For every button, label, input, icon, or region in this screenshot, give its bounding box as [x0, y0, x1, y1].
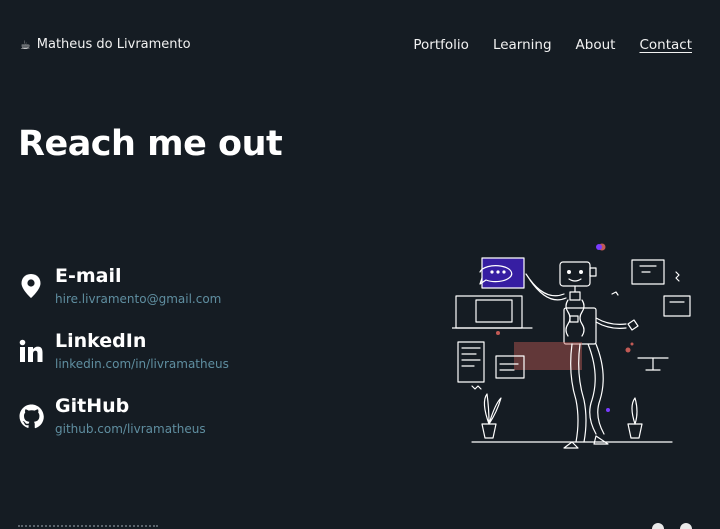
coffee-icon: ☕ [20, 37, 31, 52]
github-icon [18, 403, 44, 429]
contact-page: ☕ Matheus do Livramento Portfolio Learni… [0, 0, 720, 529]
nav-contact[interactable]: Contact [639, 37, 692, 53]
footer-text [18, 525, 158, 529]
footer-icons [652, 523, 692, 529]
main-nav: Portfolio Learning About Contact [413, 37, 692, 53]
linkedin-icon [18, 338, 44, 364]
contact-linkedin: LinkedIn linkedin.com/in/livramatheus [18, 329, 229, 394]
page-title: Reach me out [18, 124, 283, 164]
contact-list: E-mail hire.livramento@gmail.com LinkedI… [18, 264, 229, 459]
footer-circle-icon[interactable] [680, 523, 692, 529]
email-link[interactable]: hire.livramento@gmail.com [55, 292, 221, 306]
robot-illustration [452, 243, 691, 449]
contact-title: LinkedIn [55, 330, 147, 352]
brand-name: Matheus do Livramento [36, 37, 191, 52]
brand[interactable]: ☕ Matheus do Livramento [20, 37, 191, 52]
contact-title: GitHub [55, 395, 130, 417]
linkedin-link[interactable]: linkedin.com/in/livramatheus [55, 357, 229, 371]
footer-circle-icon[interactable] [652, 523, 664, 529]
nav-learning[interactable]: Learning [493, 37, 552, 53]
github-link[interactable]: github.com/livramatheus [55, 422, 206, 436]
location-pin-icon [18, 273, 44, 299]
nav-portfolio[interactable]: Portfolio [413, 37, 469, 53]
contact-title: E-mail [55, 265, 122, 287]
contact-github: GitHub github.com/livramatheus [18, 394, 229, 459]
nav-about[interactable]: About [576, 37, 616, 53]
contact-email: E-mail hire.livramento@gmail.com [18, 264, 229, 329]
